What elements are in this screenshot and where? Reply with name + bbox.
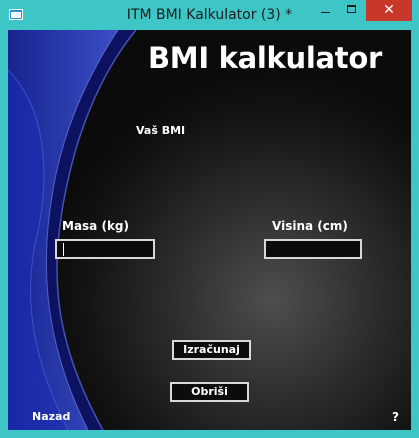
minimize-icon: [321, 12, 330, 13]
help-link[interactable]: ?: [392, 410, 399, 424]
clear-button[interactable]: Obriši: [170, 382, 249, 402]
minimize-button[interactable]: [312, 0, 339, 21]
close-icon: ✕: [383, 2, 395, 18]
title-bar[interactable]: ITM BMI Kalkulator (3) * ✕: [0, 0, 419, 30]
height-label: Visina (cm): [272, 219, 348, 233]
mass-input[interactable]: [55, 239, 155, 259]
page-title: BMI kalkulator: [148, 41, 382, 75]
text-caret: [63, 243, 64, 256]
calculate-button[interactable]: Izračunaj: [172, 340, 251, 360]
close-button[interactable]: ✕: [366, 0, 412, 21]
back-link[interactable]: Nazad: [32, 410, 70, 423]
mass-label: Masa (kg): [62, 219, 129, 233]
calculator-panel: BMI kalkulator Vaš BMI Masa (kg) Visina …: [8, 30, 411, 430]
app-window: ITM BMI Kalkulator (3) * ✕ BMI kalkulato…: [0, 0, 419, 438]
height-input[interactable]: [264, 239, 362, 259]
bmi-result-label: Vaš BMI: [136, 124, 186, 137]
maximize-icon: [347, 5, 356, 13]
maximize-button[interactable]: [339, 0, 366, 21]
